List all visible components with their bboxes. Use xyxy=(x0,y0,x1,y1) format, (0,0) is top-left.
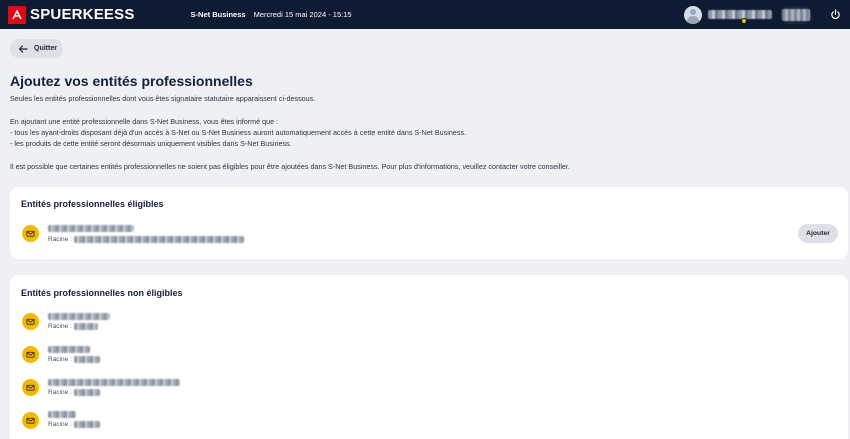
entity-racine-redacted xyxy=(74,421,100,428)
arrow-left-icon xyxy=(18,44,28,53)
avatar-status-badge xyxy=(741,18,747,24)
user-avatar-icon[interactable] xyxy=(684,5,702,24)
entity-racine-redacted xyxy=(74,356,100,363)
brand-name: SPUERKEESS xyxy=(30,6,135,23)
entity-name-redacted xyxy=(48,379,180,386)
entity-racine-label: Racine : xyxy=(48,389,72,396)
top-bar: SPUERKEESS S-Net Business Mercredi 15 ma… xyxy=(0,0,850,29)
context-title: S-Net Business xyxy=(190,10,246,19)
envelope-icon xyxy=(22,379,39,396)
brand-logo[interactable]: SPUERKEESS xyxy=(8,5,135,24)
quit-label: Quitter xyxy=(34,45,57,52)
add-entity-button[interactable]: Ajouter xyxy=(798,224,838,243)
quit-button[interactable]: Quitter xyxy=(10,39,63,58)
entity-racine-redacted xyxy=(74,236,244,243)
envelope-icon xyxy=(22,346,39,363)
eligible-entities-card: Entités professionnelles éligibles Racin… xyxy=(10,187,848,259)
intro-text-1: Seules les entités professionnelles dont… xyxy=(10,94,316,103)
entity-racine-redacted xyxy=(74,323,98,330)
intro-text-4: - les produits de cette entité seront dé… xyxy=(10,139,292,148)
entity-racine-redacted xyxy=(74,389,100,396)
intro-text-3: - tous les ayant-droits disposant déjà d… xyxy=(10,128,467,137)
intro-text-5: Il est possible que certaines entités pr… xyxy=(10,162,570,171)
entity-name-redacted xyxy=(48,411,76,418)
entity-racine-label: Racine : xyxy=(48,356,72,363)
envelope-icon xyxy=(22,225,39,242)
eligible-section-title: Entités professionnelles éligibles xyxy=(21,199,164,209)
entity-racine-label: Racine : xyxy=(48,323,72,330)
non-eligible-section-title: Entités professionnelles non éligibles xyxy=(21,288,183,298)
spuerkeess-logo-icon xyxy=(8,5,26,24)
current-datetime: Mercredi 15 mai 2024 - 15:15 xyxy=(253,10,352,19)
envelope-icon xyxy=(22,412,39,429)
entity-racine-label: Racine : xyxy=(48,236,72,243)
account-pill-redacted[interactable] xyxy=(780,5,812,24)
power-icon[interactable] xyxy=(826,6,844,24)
entity-name-redacted xyxy=(48,313,110,320)
non-eligible-entities-card: Entités professionnelles non éligibles R… xyxy=(10,275,848,439)
entity-name-redacted xyxy=(48,225,134,232)
envelope-icon xyxy=(22,313,39,330)
user-name-redacted[interactable] xyxy=(708,10,772,19)
intro-text-2: En ajoutant une entité professionnelle d… xyxy=(10,117,279,126)
user-area xyxy=(684,0,850,29)
page-title: Ajoutez vos entités professionnelles xyxy=(10,73,253,89)
entity-name-redacted xyxy=(48,346,90,353)
entity-racine-label: Racine : xyxy=(48,421,72,428)
